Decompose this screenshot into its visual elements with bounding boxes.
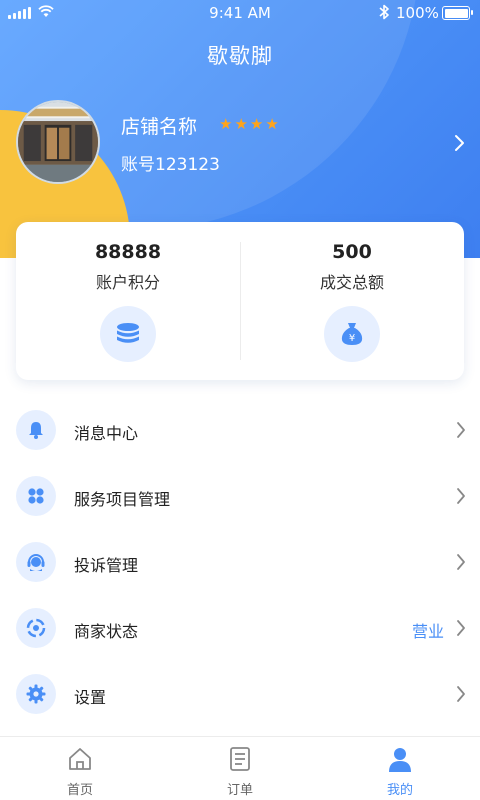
menu-item-settings[interactable]: 设置 <box>0 662 480 728</box>
tab-home[interactable]: 首页 <box>0 737 160 800</box>
stats-card: 88888 账户积分 500 成交总额 ¥ <box>16 222 464 380</box>
stat-points[interactable]: 88888 账户积分 <box>16 222 240 362</box>
menu-item-label: 投诉管理 <box>74 556 139 575</box>
page-title: 歇歇脚 <box>207 44 273 68</box>
headset-icon <box>16 542 56 582</box>
profile-chevron-right-icon[interactable] <box>454 133 466 153</box>
status-bar: 9:41 AM 100% <box>0 0 480 26</box>
star-icon: ★ <box>219 115 233 133</box>
stat-turnover[interactable]: 500 成交总额 ¥ <box>240 222 464 362</box>
shop-name: 店铺名称 <box>121 116 198 138</box>
turnover-label: 成交总额 <box>319 273 384 292</box>
tab-mine[interactable]: 我的 <box>320 737 480 800</box>
star-icon: ★ <box>234 115 248 133</box>
points-label: 账户积分 <box>95 273 160 292</box>
tab-label: 我的 <box>386 783 413 798</box>
home-icon <box>69 748 91 770</box>
menu-item-service-management[interactable]: 服务项目管理 <box>0 464 480 530</box>
money-bag-icon: ¥ <box>324 306 380 362</box>
chevron-right-icon <box>457 422 465 438</box>
menu-item-messages[interactable]: 消息中心 <box>0 398 480 464</box>
coins-stack-icon <box>100 306 156 362</box>
svg-text:¥: ¥ <box>349 333 355 344</box>
menu-item-label: 服务项目管理 <box>74 490 171 509</box>
chevron-right-icon <box>457 686 465 702</box>
status-ring-icon <box>16 608 56 648</box>
tab-label: 首页 <box>66 783 93 798</box>
grid-icon <box>16 476 56 516</box>
shop-rating: ★ ★ ★ ★ <box>219 115 279 133</box>
menu-item-label: 商家状态 <box>74 622 139 641</box>
user-icon <box>389 748 411 772</box>
bluetooth-icon <box>379 4 389 20</box>
tab-orders[interactable]: 订单 <box>160 737 320 800</box>
battery-percent: 100% <box>396 4 439 22</box>
shop-account: 账号123123 <box>121 155 220 175</box>
menu-item-merchant-status[interactable]: 商家状态 营业 <box>0 596 480 662</box>
menu-list: 消息中心 服务项目管理 投诉管理 商家状态 营业 设置 <box>0 398 480 728</box>
star-icon: ★ <box>249 115 264 133</box>
order-list-icon <box>230 747 250 771</box>
bell-icon <box>16 410 56 450</box>
merchant-status-value: 营业 <box>411 622 444 641</box>
menu-item-complaints[interactable]: 投诉管理 <box>0 530 480 596</box>
storefront-image <box>18 102 98 182</box>
star-icon: ★ <box>265 115 279 133</box>
shop-avatar[interactable] <box>16 100 100 184</box>
chevron-right-icon <box>457 554 465 570</box>
chevron-right-icon <box>457 488 465 504</box>
bottom-tab-bar: 首页 订单 我的 <box>0 736 480 800</box>
chevron-right-icon <box>457 620 465 636</box>
menu-item-label: 消息中心 <box>74 424 139 443</box>
points-value: 88888 <box>94 241 162 263</box>
gear-icon <box>16 674 56 714</box>
turnover-value: 500 <box>332 241 372 263</box>
battery-icon <box>442 6 473 20</box>
tab-label: 订单 <box>226 783 253 798</box>
menu-item-label: 设置 <box>74 688 107 707</box>
